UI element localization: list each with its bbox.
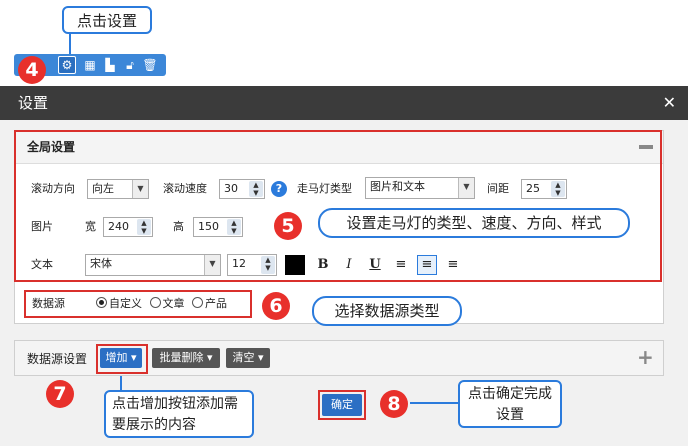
radio-icon [192,297,203,308]
highlight-global-settings [14,130,662,282]
highlight-add-button [96,344,148,374]
radio-icon [149,297,161,308]
callout-text: 点击确定完成设置 [468,386,552,423]
step-badge-4: 4 [18,56,46,84]
callout-marquee-settings: 设置走马灯的类型、速度、方向、样式 [318,208,630,238]
step-badge-8: 8 [380,390,408,418]
callout-click-settings: 点击设置 [62,6,152,34]
bar-chart-icon[interactable]: ▙ [102,57,118,73]
gear-icon[interactable]: ⚙ [58,56,76,74]
callout-datasource-type: 选择数据源类型 [312,296,462,326]
radio-icon [96,297,107,308]
ok-button-label: 确定 [331,398,353,411]
radio-custom[interactable]: 自定义 [96,297,142,310]
radio-article-label: 文章 [162,297,185,310]
datasource-label: 数据源 [32,297,65,310]
datasource-settings-label: 数据源设置 [27,352,88,366]
batch-delete-label: 批量删除 [159,351,204,364]
unlock-icon[interactable]: 🔓︎ [122,57,138,73]
settings-dialog: 设置 ✕ 全局设置 滚动方向 向左 ▼ 滚动速度 30 ▲ ▼ ? 走马灯类型 图… [0,86,688,446]
callout-pointer [69,32,71,54]
expand-icon[interactable]: + [637,347,654,367]
radio-product-label: 产品 [205,297,227,310]
dialog-title: 设置 [18,94,49,112]
callout-text: 设置走马灯的类型、速度、方向、样式 [346,214,602,232]
dialog-titlebar: 设置 ✕ [0,86,688,120]
ok-button[interactable]: 确定 [322,394,362,416]
callout-pointer [120,376,122,392]
radio-custom-label: 自定义 [109,297,142,310]
callout-confirm: 点击确定完成设置 [458,380,562,428]
callout-text: 点击增加按钮添加需要展示的内容 [112,396,238,433]
callout-add-content: 点击增加按钮添加需要展示的内容 [104,390,254,438]
callout-text: 选择数据源类型 [334,302,440,320]
callout-text: 点击设置 [76,12,137,30]
radio-product[interactable]: 产品 [192,297,227,310]
close-icon[interactable]: ✕ [663,86,676,120]
datasource-radio-group: 自定义 文章 产品 [96,294,227,314]
step-badge-6: 6 [262,292,290,320]
clear-label: 清空 [232,351,255,364]
trash-icon[interactable]: 🗑︎ [142,57,158,73]
step-badge-5: 5 [274,212,302,240]
callout-pointer [410,402,458,404]
step-badge-7: 7 [46,380,74,408]
clear-button[interactable]: 清空 ▾ [226,348,270,368]
table-icon[interactable]: ▦ [82,57,98,73]
radio-article[interactable]: 文章 [149,297,185,310]
batch-delete-button[interactable]: 批量删除 ▾ [152,348,220,368]
